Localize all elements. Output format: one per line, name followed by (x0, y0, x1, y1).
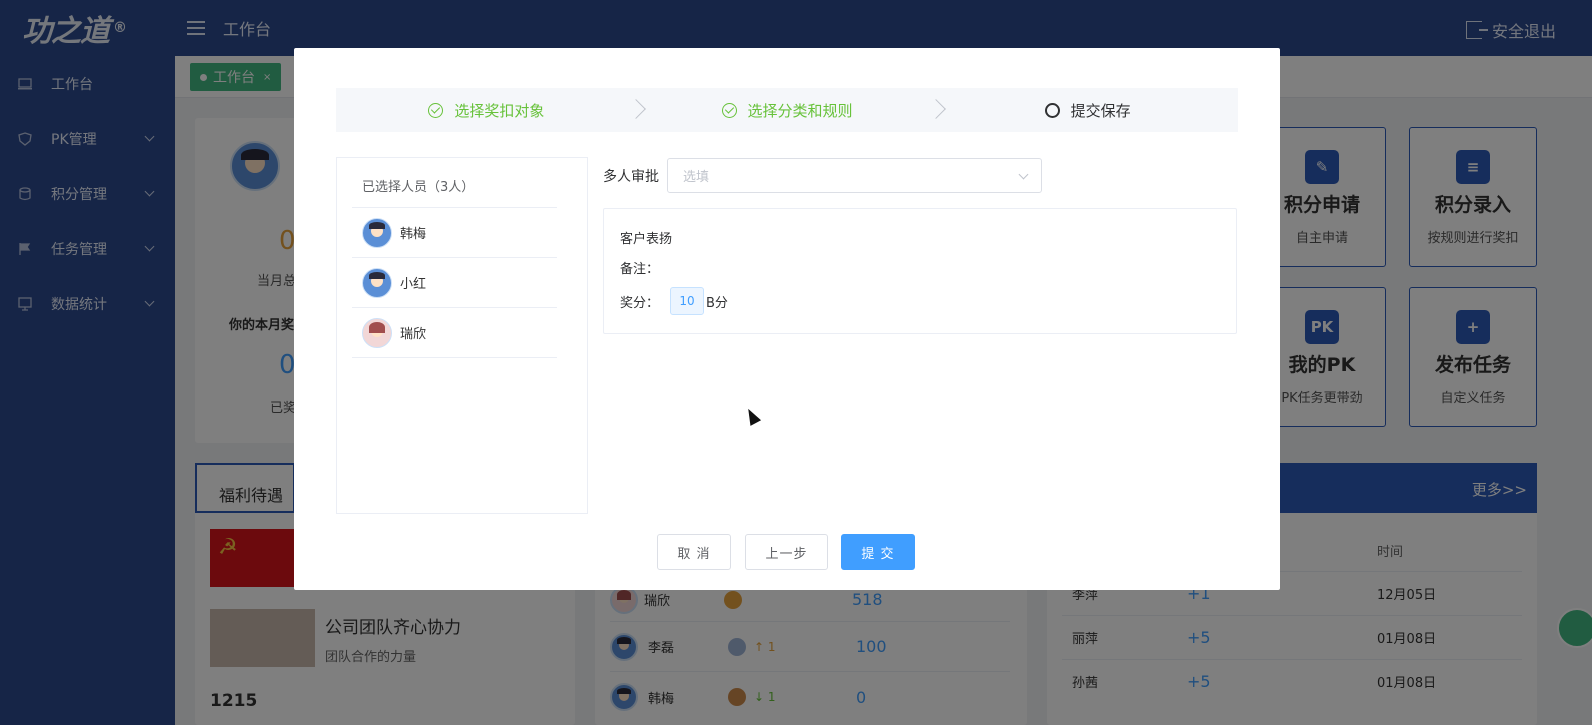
person-name: 瑞欣 (400, 327, 427, 342)
steps-bar: 选择奖扣对象 选择分类和规则 提交保存 (336, 88, 1238, 132)
score-input[interactable]: 10 (670, 287, 705, 315)
step-label: 提交保存 (1070, 101, 1131, 120)
selected-people-title: 已选择人员（3人） (362, 180, 475, 195)
list-item: 小红 (352, 258, 557, 308)
step-select-target: 选择奖扣对象 (336, 88, 646, 132)
step-label: 选择奖扣对象 (454, 101, 545, 120)
step-select-rule: 选择分类和规则 (637, 88, 947, 132)
chevron-down-icon (1018, 169, 1029, 180)
score-unit: B分 (706, 295, 728, 311)
people-list: 韩梅 小红 瑞欣 (352, 207, 557, 358)
person-name: 韩梅 (400, 227, 427, 242)
step-label: 选择分类和规则 (747, 101, 853, 120)
circle-icon (1044, 102, 1060, 118)
person-name: 小红 (400, 277, 427, 292)
rule-summary: 客户表扬 备注： 奖分： 10 B分 (603, 208, 1237, 334)
check-circle-icon (428, 102, 444, 118)
avatar (362, 267, 392, 298)
check-circle-icon (721, 102, 737, 118)
approver-placeholder: 选填 (683, 170, 710, 185)
approver-select[interactable]: 选填 (667, 158, 1042, 193)
score-label: 奖分： (620, 295, 660, 311)
list-item: 瑞欣 (352, 308, 557, 358)
submit-button[interactable]: 提 交 (841, 534, 915, 570)
cancel-button[interactable]: 取 消 (657, 534, 731, 570)
score-row: 奖分： 10 B分 (620, 287, 728, 315)
avatar (362, 317, 392, 348)
list-item: 韩梅 (352, 208, 557, 258)
avatar (362, 217, 392, 248)
reward-dialog: 选择奖扣对象 选择分类和规则 提交保存 已选择人员（3人） 韩梅 小红 瑞欣 多… (294, 48, 1280, 590)
approver-label: 多人审批 (603, 169, 659, 185)
note-label: 备注： (620, 262, 660, 277)
selected-people-panel: 已选择人员（3人） 韩梅 小红 瑞欣 (336, 157, 588, 514)
step-submit-save: 提交保存 (937, 88, 1238, 132)
previous-step-button[interactable]: 上一步 (745, 534, 828, 570)
rule-name: 客户表扬 (620, 232, 673, 247)
